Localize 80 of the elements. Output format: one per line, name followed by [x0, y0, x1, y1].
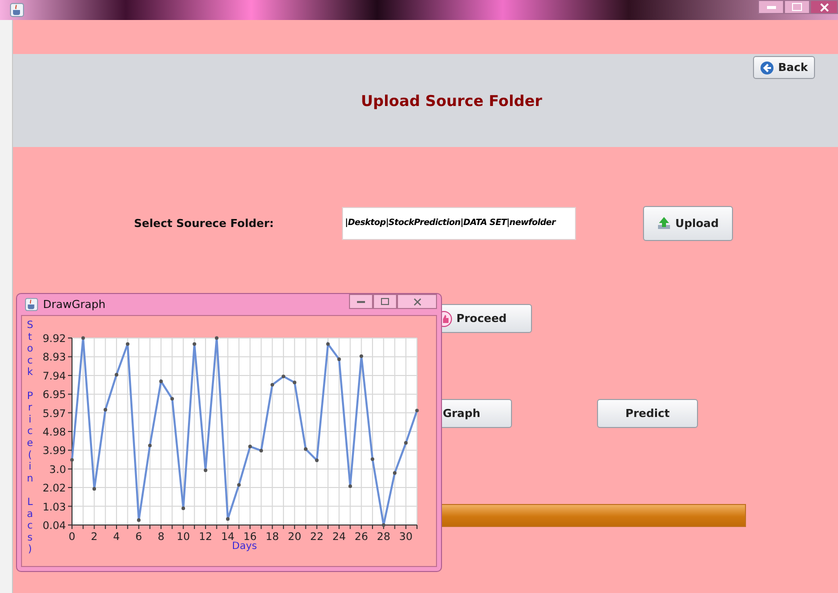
- close-icon: [820, 2, 828, 12]
- maximize-button[interactable]: [373, 294, 397, 309]
- close-button[interactable]: [397, 294, 437, 309]
- y-tick-label: 5.97: [42, 408, 66, 420]
- close-button[interactable]: [810, 0, 838, 14]
- data-point: [248, 444, 252, 448]
- back-button[interactable]: Back: [753, 56, 815, 79]
- data-point: [192, 342, 196, 346]
- close-icon: [412, 298, 422, 306]
- data-point: [204, 468, 208, 472]
- data-point: [92, 487, 96, 491]
- x-tick-label: 16: [243, 531, 257, 543]
- x-tick-label: 10: [176, 531, 190, 543]
- data-point: [237, 483, 241, 487]
- data-point: [382, 523, 386, 527]
- x-tick-label: 18: [266, 531, 279, 543]
- x-tick-label: 2: [90, 531, 98, 543]
- y-tick-label: 9.92: [42, 333, 66, 345]
- graph-window-title: DrawGraph: [43, 298, 106, 311]
- x-tick-label: 20: [288, 531, 302, 543]
- data-point: [292, 380, 296, 384]
- data-point: [136, 518, 141, 522]
- data-point: [182, 506, 186, 510]
- data-point: [315, 458, 319, 462]
- coffee-cup-icon: [10, 3, 24, 17]
- y-axis-title: Stock Price(in Lacs): [26, 320, 34, 556]
- page-title: Upload Source Folder: [360, 92, 542, 110]
- x-tick-label: 6: [135, 531, 142, 543]
- x-axis-title: Days: [232, 541, 257, 552]
- data-point: [104, 408, 108, 412]
- x-tick-label: 22: [310, 531, 324, 543]
- y-tick-label: 8.93: [42, 352, 66, 364]
- minimize-button[interactable]: [349, 294, 373, 309]
- data-point: [270, 382, 274, 387]
- data-point: [81, 336, 85, 340]
- x-tick-label: 14: [221, 531, 234, 543]
- data-point: [114, 372, 118, 377]
- data-point: [326, 342, 330, 346]
- y-tick-label: 4.98: [42, 426, 66, 438]
- x-tick-label: 24: [332, 531, 346, 543]
- y-tick-label: 3.0: [49, 464, 66, 476]
- data-point: [259, 448, 263, 452]
- upload-button[interactable]: Upload: [643, 206, 733, 240]
- x-tick-label: 30: [399, 531, 413, 543]
- data-point: [337, 357, 341, 361]
- y-tick-label: 0.04: [42, 520, 66, 532]
- upload-arrow-icon: [657, 216, 672, 230]
- data-point: [148, 444, 152, 448]
- x-tick-label: 12: [198, 531, 212, 543]
- data-point: [360, 354, 364, 358]
- data-point: [226, 517, 230, 521]
- folder-path-field[interactable]: |Desktop|StockPrediction|DATA SET|newfolder: [342, 206, 576, 240]
- coffee-cup-icon: [25, 298, 38, 311]
- maximize-button[interactable]: [784, 0, 810, 14]
- y-tick-label: 1.03: [42, 501, 66, 514]
- y-tick-label: 3.99: [42, 445, 66, 458]
- data-point: [214, 336, 218, 340]
- data-point: [415, 408, 419, 412]
- data-point: [404, 441, 408, 445]
- x-tick-label: 4: [113, 531, 120, 543]
- predict-button[interactable]: Predict: [597, 399, 698, 428]
- data-point: [170, 396, 174, 401]
- x-tick-label: 8: [158, 531, 164, 543]
- minimize-button[interactable]: [758, 0, 784, 14]
- x-tick-label: 28: [376, 531, 390, 543]
- data-point: [370, 457, 374, 461]
- data-point: [304, 447, 308, 451]
- data-point: [282, 374, 286, 378]
- data-point: [70, 458, 74, 462]
- y-tick-label: 6.95: [42, 389, 66, 402]
- data-point: [126, 342, 130, 346]
- x-tick-label: 0: [68, 531, 76, 543]
- folder-label: Select Sourece Folder:: [134, 216, 275, 230]
- y-tick-label: 2.02: [42, 482, 66, 495]
- back-arrow-icon: [760, 60, 774, 74]
- data-point: [392, 471, 397, 475]
- x-tick-label: 26: [354, 531, 368, 543]
- data-point: [348, 484, 352, 488]
- data-point: [159, 380, 163, 384]
- y-tick-label: 7.94: [42, 370, 66, 382]
